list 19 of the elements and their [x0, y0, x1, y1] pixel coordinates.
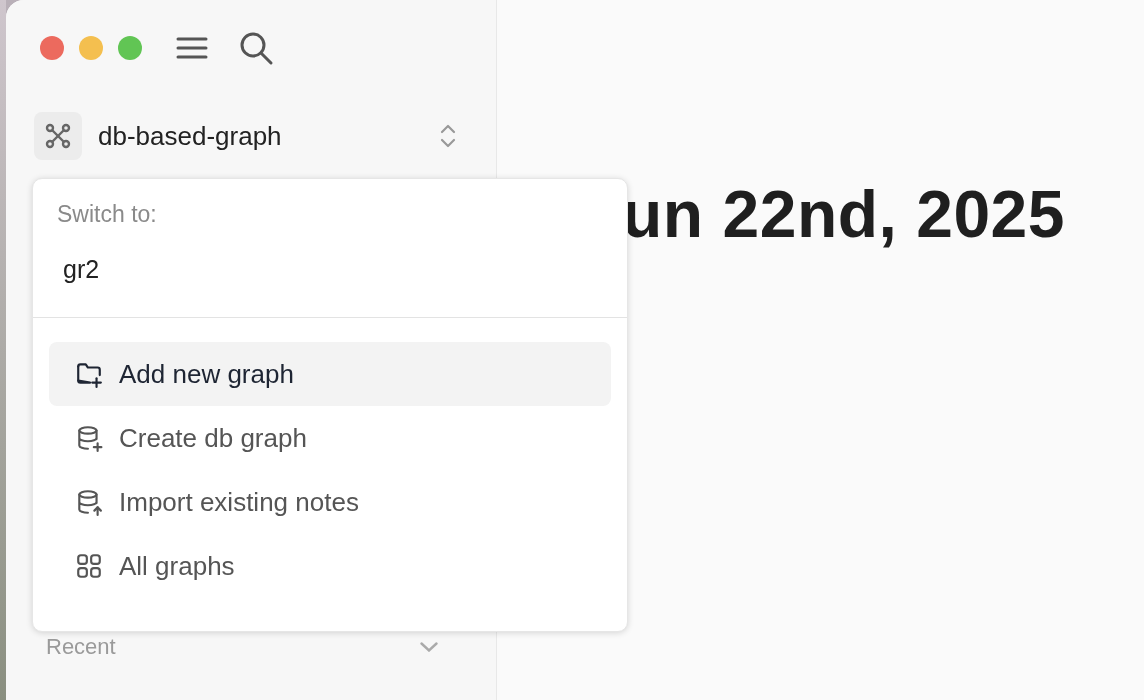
zoom-button[interactable] [118, 36, 142, 60]
menu-item[interactable]: All graphs [49, 534, 611, 598]
chevron-icon [420, 642, 438, 652]
folder-plus-icon [75, 360, 103, 388]
menu-item[interactable]: Add new graph [49, 342, 611, 406]
graph-name: db-based-graph [98, 120, 283, 152]
grid-icon [75, 552, 103, 580]
menu-item[interactable]: Import existing notes [49, 470, 611, 534]
menu-icon[interactable] [176, 36, 208, 60]
search-icon[interactable] [238, 30, 274, 66]
network-icon [44, 122, 72, 150]
menu-item[interactable]: Create db graph [49, 406, 611, 470]
database-upload-icon [75, 488, 103, 516]
close-button[interactable] [40, 36, 64, 60]
menu-heading: Switch to: [56, 200, 158, 229]
updown-chevron-icon [440, 123, 456, 149]
minimize-button[interactable] [79, 36, 103, 60]
graph-switcher[interactable]: db-based-graph [34, 96, 468, 176]
database-plus-icon [75, 424, 103, 452]
